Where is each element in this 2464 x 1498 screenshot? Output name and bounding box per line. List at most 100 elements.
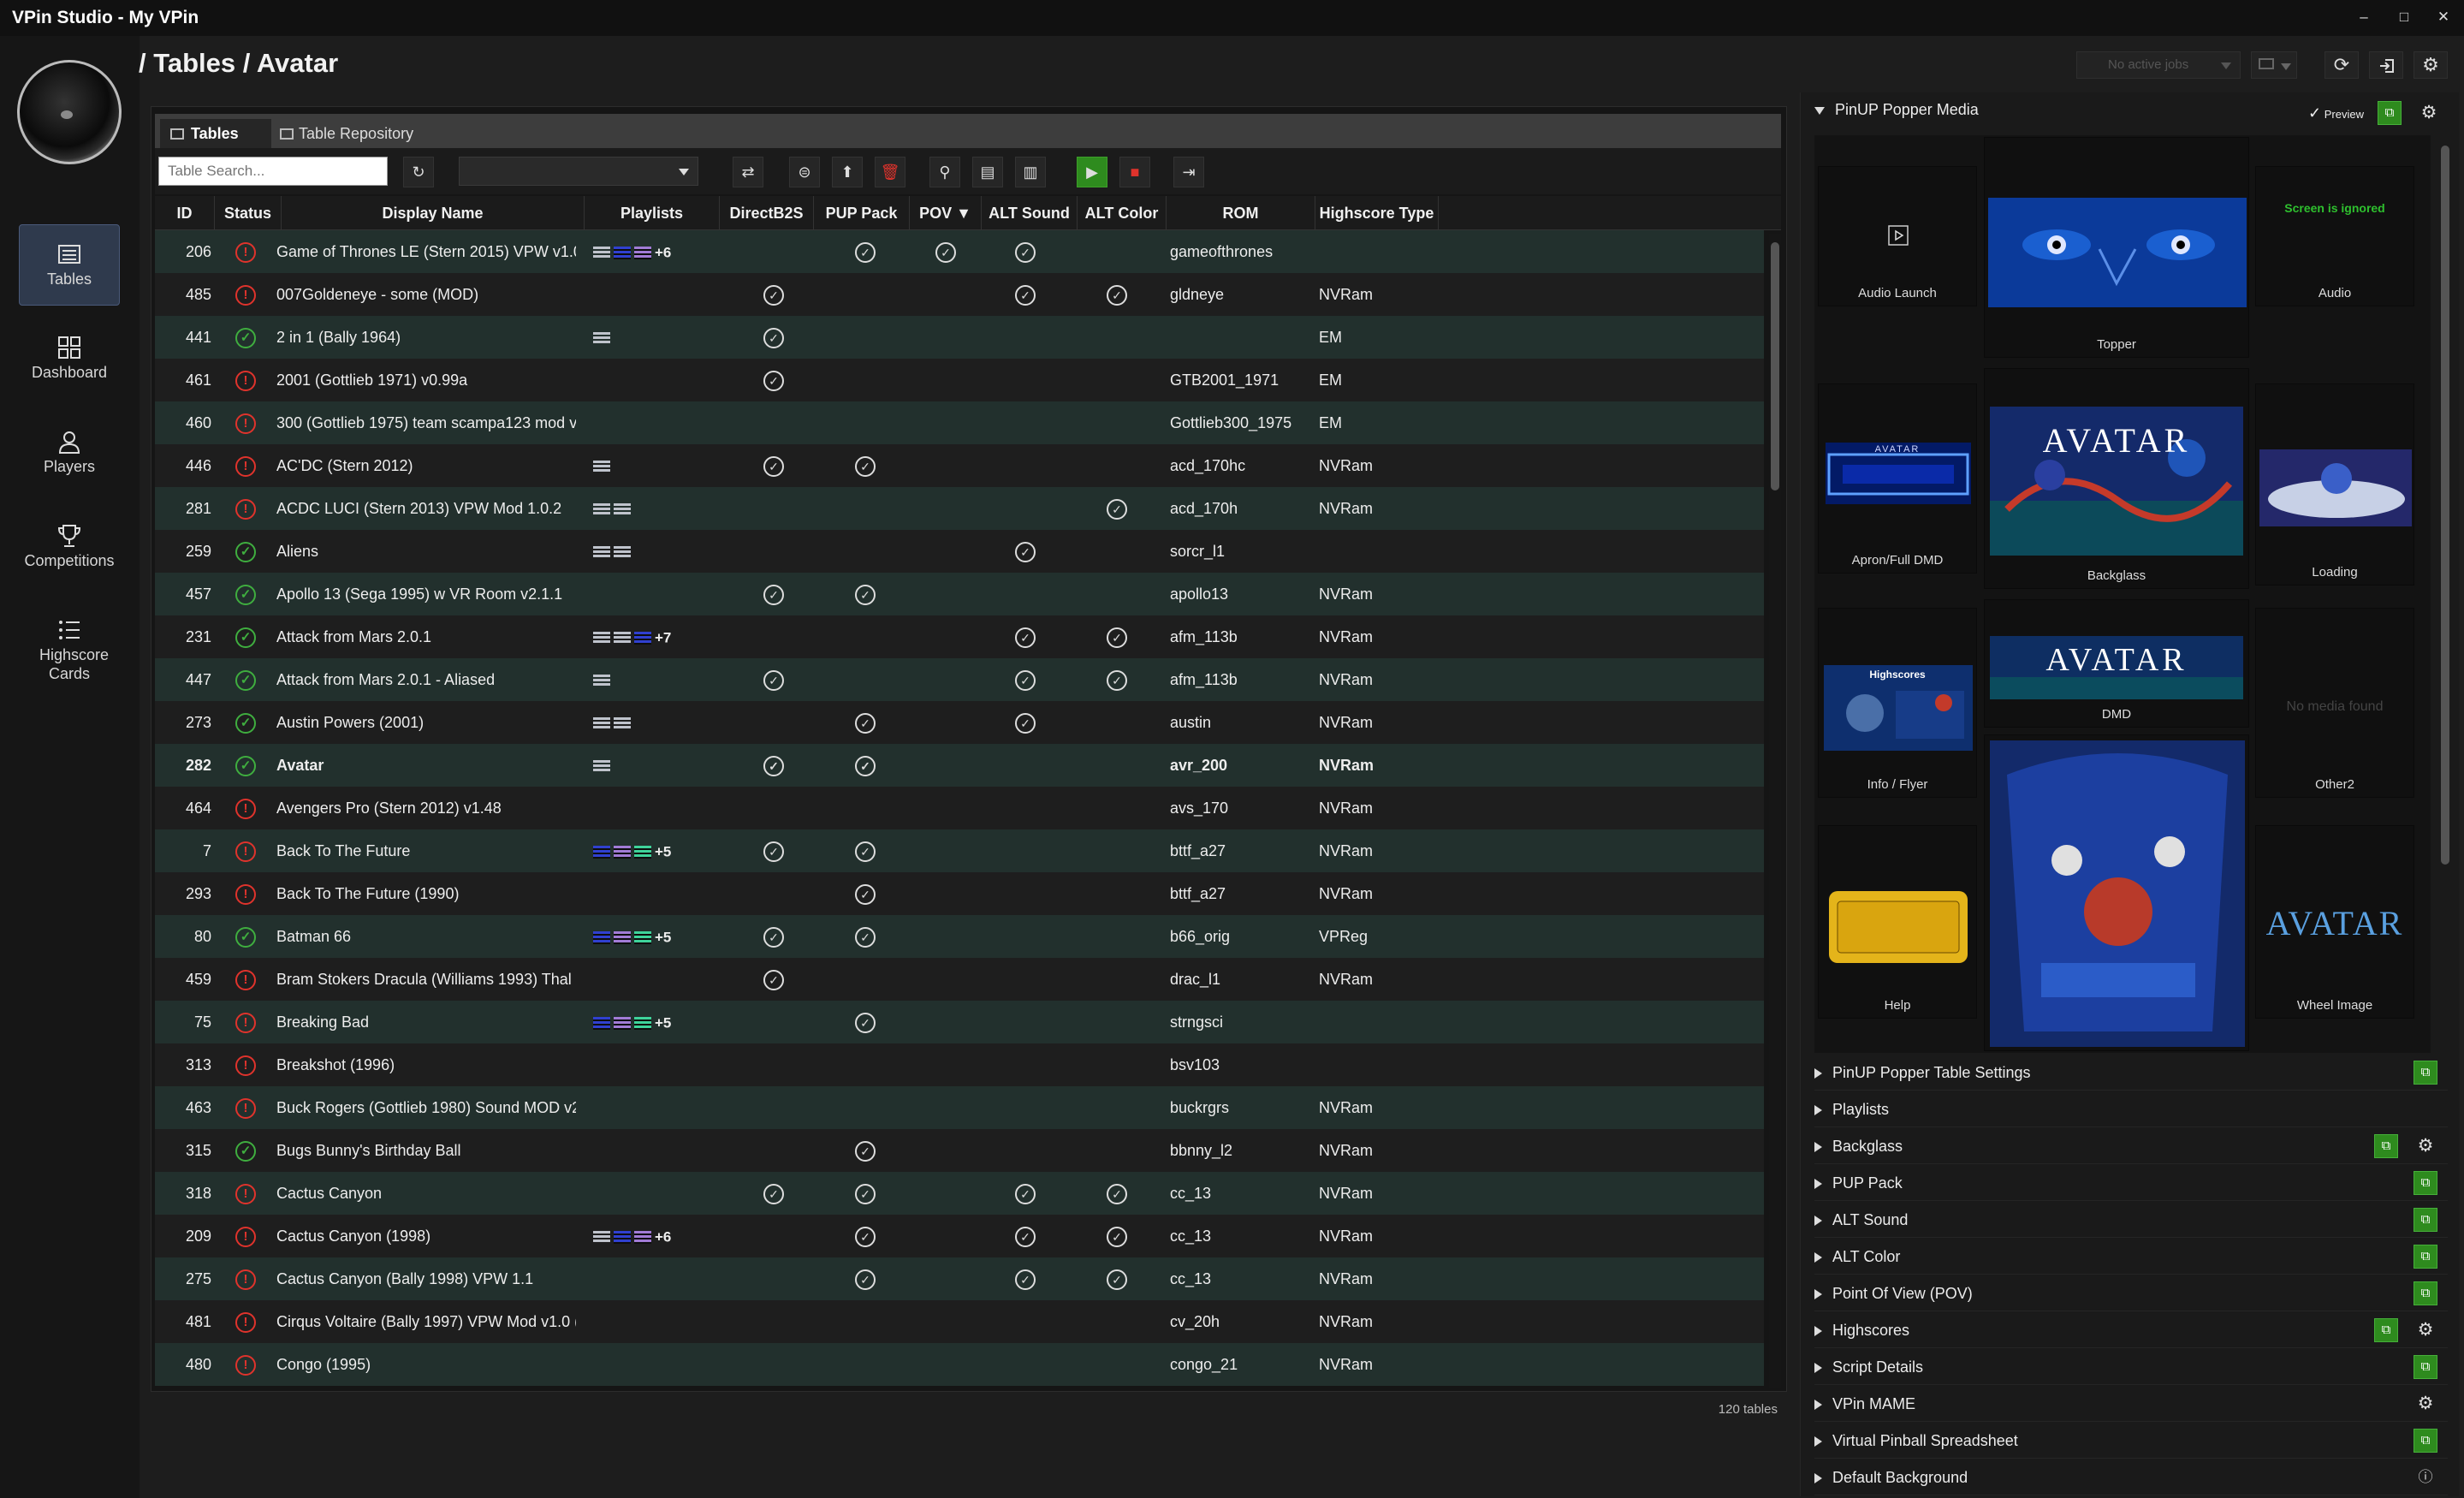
col-pup-pack[interactable]: PUP Pack: [814, 196, 910, 230]
logout-button[interactable]: [2369, 51, 2403, 79]
media-scrollbar[interactable]: [2441, 146, 2449, 865]
playlist-filter-select[interactable]: [459, 157, 698, 186]
preview-checkbox[interactable]: ✓ Preview: [2308, 104, 2364, 122]
table-row[interactable]: 481! Cirqus Voltaire (Bally 1997) VPW Mod…: [155, 1300, 1764, 1343]
table-row[interactable]: 460! 300 (Gottlieb 1975) team scampa123 m…: [155, 401, 1764, 444]
media-section-header[interactable]: PinUP Popper Media: [1814, 101, 1979, 119]
col-highscore-type[interactable]: Highscore Type: [1315, 196, 1439, 230]
table-row[interactable]: 447 ✓ Attack from Mars 2.0.1 - Aliased ✓ ✓ ✓ a…: [155, 658, 1764, 701]
external-link-icon[interactable]: ⧉: [2414, 1171, 2437, 1195]
table-row[interactable]: 7! Back To The Future +5 ✓ ✓ bttf_a27 NVRam: [155, 829, 1764, 872]
table-row[interactable]: 315 ✓ Bugs Bunny's Birthday Ball ✓ bbnny_l2 N…: [155, 1129, 1764, 1172]
col-rom[interactable]: ROM: [1167, 196, 1315, 230]
messages-dropdown[interactable]: [2251, 51, 2297, 79]
play-button[interactable]: ▶: [1077, 157, 1107, 187]
table-row[interactable]: 231 ✓ Attack from Mars 2.0.1 +7 ✓ ✓ afm_113b NV…: [155, 615, 1764, 658]
search-button[interactable]: ⚲: [929, 157, 960, 187]
section-vpin-mame[interactable]: VPin MAME ⚙: [1814, 1386, 2448, 1422]
col-display-name[interactable]: Display Name: [282, 196, 585, 230]
media-playfield[interactable]: [1984, 734, 2249, 1051]
refresh-button[interactable]: ⟳: [2324, 51, 2359, 79]
table-row[interactable]: 446! AC'DC (Stern 2012) ✓ ✓ acd_170hc NVRam: [155, 444, 1764, 487]
section-highscores[interactable]: Highscores ⚙ ⧉: [1814, 1312, 2448, 1348]
table-row[interactable]: 461! 2001 (Gottlieb 1971) v0.99a ✓ GTB2001_…: [155, 359, 1764, 401]
tab-table-repository[interactable]: Table Repository: [273, 119, 427, 148]
media-topper[interactable]: Topper: [1984, 137, 2249, 358]
section-playlists[interactable]: Playlists: [1814, 1091, 2448, 1127]
media-wheel[interactable]: AVATAR Wheel Image: [2255, 825, 2414, 1019]
search-input[interactable]: [158, 157, 388, 186]
scan-button[interactable]: ⊜: [789, 157, 820, 187]
external-link-icon[interactable]: ⧉: [2414, 1281, 2437, 1305]
media-help[interactable]: Help: [1818, 825, 1977, 1019]
table-scrollbar[interactable]: [1769, 234, 1781, 1388]
import-button[interactable]: ▤: [972, 157, 1003, 187]
media-backglass[interactable]: AVATAR Backglass: [1984, 368, 2249, 589]
nav-highscore-cards[interactable]: Highscore Cards: [19, 601, 120, 695]
external-link-icon[interactable]: ⧉: [2414, 1208, 2437, 1232]
reload-button[interactable]: ↻: [403, 157, 434, 187]
export-button[interactable]: ▥: [1015, 157, 1046, 187]
open-media-button[interactable]: ⧉: [2378, 101, 2402, 125]
media-apron[interactable]: AVATAR Apron/Full DMD: [1818, 383, 1977, 574]
help-icon[interactable]: ⓘ: [2414, 1465, 2437, 1489]
external-link-icon[interactable]: ⧉: [2374, 1318, 2398, 1342]
section-default-background[interactable]: Default Background ⓘ: [1814, 1459, 2448, 1495]
section-alt-sound[interactable]: ALT Sound ⧉: [1814, 1202, 2448, 1238]
table-row[interactable]: 463! Buck Rogers (Gottlieb 1980) Sound MO…: [155, 1086, 1764, 1129]
media-audio-launch[interactable]: Audio Launch: [1818, 166, 1977, 306]
external-link-icon[interactable]: ⧉: [2414, 1245, 2437, 1269]
col-playlists[interactable]: Playlists: [585, 196, 720, 230]
close-button[interactable]: ✕: [2433, 9, 2454, 27]
table-row[interactable]: 275! Cactus Canyon (Bally 1998) VPW 1.1 ✓ ✓…: [155, 1257, 1764, 1300]
section-pup-pack[interactable]: PUP Pack ⧉: [1814, 1165, 2448, 1201]
table-row[interactable]: 75! Breaking Bad +5 ✓ strngsci: [155, 1001, 1764, 1043]
settings-button[interactable]: ⚙: [2414, 51, 2448, 79]
external-link-icon[interactable]: ⧉: [2374, 1134, 2398, 1158]
section-pinup-popper-table-settings[interactable]: PinUP Popper Table Settings ⧉: [1814, 1055, 2448, 1091]
upload-button[interactable]: ⬆: [832, 157, 863, 187]
table-row[interactable]: 313! Breakshot (1996) bsv103: [155, 1043, 1764, 1086]
col-directb2s[interactable]: DirectB2S: [720, 196, 814, 230]
dismiss-button[interactable]: ⇥: [1173, 157, 1204, 187]
section-script-details[interactable]: Script Details ⧉: [1814, 1349, 2448, 1385]
col-id[interactable]: ID: [155, 196, 215, 230]
external-link-icon[interactable]: ⧉: [2414, 1429, 2437, 1453]
delete-button[interactable]: 🗑: [875, 157, 905, 187]
table-row[interactable]: 464! Avengers Pro (Stern 2012) v1.48 avs_1…: [155, 787, 1764, 829]
media-settings-button[interactable]: ⚙: [2417, 101, 2441, 125]
table-row[interactable]: 209! Cactus Canyon (1998) +6 ✓ ✓ ✓ cc_13 NVRam: [155, 1215, 1764, 1257]
validate-button[interactable]: ⇄: [733, 157, 763, 187]
gear-icon[interactable]: ⚙: [2414, 1392, 2437, 1416]
table-row[interactable]: 318! Cactus Canyon ✓ ✓ ✓ ✓ cc_13 NVRam: [155, 1172, 1764, 1215]
section-point-of-view-pov[interactable]: Point Of View (POV) ⧉: [1814, 1275, 2448, 1311]
table-row[interactable]: 457 ✓ Apollo 13 (Sega 1995) w VR Room v2.1…: [155, 573, 1764, 615]
section-backglass[interactable]: Backglass ⚙ ⧉: [1814, 1128, 2448, 1164]
table-row[interactable]: 273 ✓ Austin Powers (2001) ✓ ✓ austin NVRam: [155, 701, 1764, 744]
col-alt-color[interactable]: ALT Color: [1078, 196, 1167, 230]
media-other2[interactable]: No media found Other2: [2255, 608, 2414, 798]
table-row[interactable]: 281! ACDC LUCI (Stern 2013) VPW Mod 1.0.2…: [155, 487, 1764, 530]
col-alt-sound[interactable]: ALT Sound: [982, 196, 1078, 230]
nav-dashboard[interactable]: Dashboard: [19, 318, 120, 400]
section-alt-color[interactable]: ALT Color ⧉: [1814, 1239, 2448, 1275]
section-virtual-pinball-spreadsheet[interactable]: Virtual Pinball Spreadsheet ⧉: [1814, 1423, 2448, 1459]
jobs-dropdown[interactable]: No active jobs: [2076, 51, 2241, 79]
media-loading[interactable]: Loading: [2255, 383, 2414, 586]
col-pov[interactable]: POV ▼: [910, 196, 982, 230]
stop-button[interactable]: ■: [1119, 157, 1150, 187]
table-row[interactable]: 480! Congo (1995) congo_21 NVRam: [155, 1343, 1764, 1386]
nav-competitions[interactable]: Competitions: [19, 507, 120, 588]
table-row[interactable]: 485! 007Goldeneye - some (MOD) ✓ ✓ ✓ gldneye N…: [155, 273, 1764, 316]
table-row[interactable]: 282 ✓ Avatar ✓ ✓ avr_200 NVRam: [155, 744, 1764, 787]
external-link-icon[interactable]: ⧉: [2414, 1355, 2437, 1379]
table-row[interactable]: 80 ✓ Batman 66 +5 ✓ ✓ b66_orig VPReg: [155, 915, 1764, 958]
gear-icon[interactable]: ⚙: [2414, 1318, 2437, 1342]
nav-tables[interactable]: Tables: [19, 224, 120, 306]
tab-tables[interactable]: Tables: [160, 119, 271, 148]
table-row[interactable]: 441 ✓ 2 in 1 (Bally 1964) ✓ EM: [155, 316, 1764, 359]
table-row[interactable]: 206! Game of Thrones LE (Stern 2015) VPW …: [155, 230, 1764, 273]
maximize-button[interactable]: □: [2394, 9, 2414, 27]
media-dmd[interactable]: AVATAR DMD: [1984, 599, 2249, 728]
table-row[interactable]: 459! Bram Stokers Dracula (Williams 1993)…: [155, 958, 1764, 1001]
